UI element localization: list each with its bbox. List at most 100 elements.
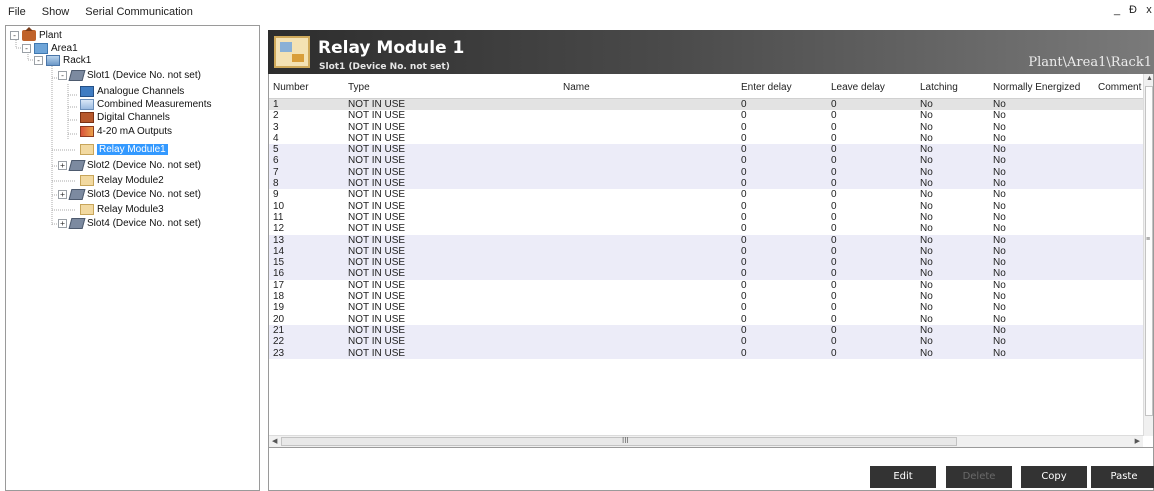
column-header-normally-energized[interactable]: Normally Energized [993, 82, 1080, 93]
cell-latching: No [920, 110, 933, 122]
collapse-icon[interactable]: - [58, 71, 67, 80]
table-row[interactable]: 7 NOT IN USE 0 0 No No [269, 166, 1143, 179]
table-row[interactable]: 2 NOT IN USE 0 0 No No [269, 110, 1143, 121]
vertical-scrollbar[interactable]: ▲ ≡ [1143, 74, 1153, 436]
table-row[interactable]: 14 NOT IN USE 0 0 No No [269, 245, 1143, 258]
table-row[interactable]: 22 NOT IN USE 0 0 No No [269, 336, 1143, 348]
column-header-enter-delay[interactable]: Enter delay [741, 82, 792, 93]
table-row[interactable]: 5 NOT IN USE 0 0 No No [269, 144, 1143, 156]
cell-enter-delay: 0 [741, 211, 747, 223]
restore-icon[interactable]: Ɖ [1128, 4, 1138, 16]
tree-node[interactable]: Analogue Channels [80, 85, 184, 98]
cell-latching: No [920, 155, 933, 167]
table-row[interactable]: 13 NOT IN USE 0 0 No No [269, 234, 1143, 246]
delete-button[interactable]: Delete [946, 466, 1012, 488]
table-row[interactable]: 20 NOT IN USE 0 0 No No [269, 314, 1143, 325]
cell-normally-energized: No [993, 200, 1006, 212]
table-row[interactable]: 18 NOT IN USE 0 0 No No [269, 291, 1143, 302]
edit-button[interactable]: Edit [870, 466, 936, 488]
table-row[interactable]: 6 NOT IN USE 0 0 No No [269, 155, 1143, 167]
cell-normally-energized: No [993, 110, 1006, 122]
slot-icon [68, 218, 86, 229]
table-row[interactable]: 1 NOT IN USE 0 0 No No [269, 99, 1143, 111]
tree-node[interactable]: - Slot1 (Device No. not set) [58, 69, 201, 82]
menu-file[interactable]: File [6, 4, 28, 20]
cell-normally-energized: No [993, 268, 1006, 280]
table-row[interactable]: 16 NOT IN USE 0 0 No No [269, 268, 1143, 280]
cell-normally-energized: No [993, 257, 1006, 269]
cell-enter-delay: 0 [741, 268, 747, 280]
table-row[interactable]: 8 NOT IN USE 0 0 No No [269, 178, 1143, 190]
collapse-icon[interactable]: - [34, 56, 43, 65]
collapse-icon[interactable]: - [22, 44, 31, 53]
table-row[interactable]: 23 NOT IN USE 0 0 No No [269, 347, 1143, 359]
cell-latching: No [920, 189, 933, 201]
table-row[interactable]: 4 NOT IN USE 0 0 No No [269, 133, 1143, 144]
table-row[interactable]: 3 NOT IN USE 0 0 No No [269, 122, 1143, 133]
tree-node[interactable]: Digital Channels [80, 111, 170, 124]
minimize-icon[interactable]: _ [1112, 4, 1122, 16]
cell-number: 8 [273, 178, 279, 190]
cell-number: 16 [273, 268, 285, 280]
cell-number: 20 [273, 313, 285, 325]
horizontal-scrollbar[interactable]: ◀ III ▶ [269, 435, 1143, 447]
tree-node[interactable]: + Slot4 (Device No. not set) [58, 217, 201, 230]
expand-icon[interactable]: + [58, 219, 67, 228]
horizontal-scroll-thumb[interactable]: III [281, 436, 957, 446]
cell-latching: No [920, 245, 933, 257]
cell-enter-delay: 0 [741, 110, 747, 122]
cell-number: 19 [273, 302, 285, 314]
cell-leave-delay: 0 [831, 291, 837, 303]
column-header-number[interactable]: Number [273, 82, 309, 93]
table-row[interactable]: 11 NOT IN USE 0 0 No No [269, 212, 1143, 223]
tree-node[interactable]: Combined Measurements [80, 98, 212, 111]
menu-serial-communication[interactable]: Serial Communication [83, 4, 195, 20]
scroll-right-icon[interactable]: ▶ [1135, 437, 1140, 445]
copy-button[interactable]: Copy [1021, 466, 1087, 488]
scroll-up-icon[interactable]: ▲ [1146, 75, 1153, 82]
close-icon[interactable]: x [1144, 4, 1154, 16]
table-row[interactable]: 17 NOT IN USE 0 0 No No [269, 280, 1143, 291]
column-header-latching[interactable]: Latching [920, 82, 958, 93]
cell-number: 18 [273, 291, 285, 303]
cell-number: 12 [273, 223, 285, 235]
cell-latching: No [920, 211, 933, 223]
tree-node[interactable]: Relay Module2 [80, 174, 164, 187]
cell-number: 15 [273, 257, 285, 269]
cell-normally-energized: No [993, 291, 1006, 303]
table-row[interactable]: 10 NOT IN USE 0 0 No No [269, 201, 1143, 212]
column-header-leave-delay[interactable]: Leave delay [831, 82, 885, 93]
tree-node[interactable]: - Plant [10, 27, 62, 42]
cell-enter-delay: 0 [741, 336, 747, 348]
cell-number: 7 [273, 166, 279, 178]
cell-latching: No [920, 200, 933, 212]
tree-node[interactable]: + Slot3 (Device No. not set) [58, 188, 201, 201]
table-row[interactable]: 21 NOT IN USE 0 0 No No [269, 324, 1143, 337]
cell-type: NOT IN USE [348, 234, 406, 246]
expand-icon[interactable]: + [58, 190, 67, 199]
table-row[interactable]: 15 NOT IN USE 0 0 No No [269, 257, 1143, 269]
table-row[interactable]: 12 NOT IN USE 0 0 No No [269, 223, 1143, 234]
column-header-comment[interactable]: Comment [1098, 82, 1141, 93]
table-row[interactable]: 9 NOT IN USE 0 0 No No [269, 189, 1143, 200]
cell-leave-delay: 0 [831, 155, 837, 167]
tree-node[interactable]: - Rack1 [34, 54, 91, 67]
slot-icon [68, 70, 86, 81]
cell-type: NOT IN USE [348, 223, 406, 235]
menu-show[interactable]: Show [40, 4, 72, 20]
tree-node-label: Slot1 (Device No. not set) [87, 70, 201, 81]
table-row[interactable]: 19 NOT IN USE 0 0 No No [269, 302, 1143, 313]
tree-node[interactable]: Relay Module3 [80, 203, 164, 216]
tree-node[interactable]: + Slot2 (Device No. not set) [58, 159, 201, 172]
column-header-name[interactable]: Name [563, 82, 590, 93]
collapse-icon[interactable]: - [10, 31, 19, 40]
expand-icon[interactable]: + [58, 161, 67, 170]
column-header-type[interactable]: Type [348, 82, 370, 93]
tree-node[interactable]: Relay Module1 [80, 143, 168, 156]
tree-node-label: Combined Measurements [97, 99, 212, 110]
paste-button[interactable]: Paste [1091, 466, 1154, 488]
scroll-left-icon[interactable]: ◀ [272, 437, 277, 445]
cell-enter-delay: 0 [741, 166, 747, 178]
vertical-scroll-thumb[interactable] [1145, 86, 1153, 416]
tree-node[interactable]: 4-20 mA Outputs [80, 125, 172, 138]
